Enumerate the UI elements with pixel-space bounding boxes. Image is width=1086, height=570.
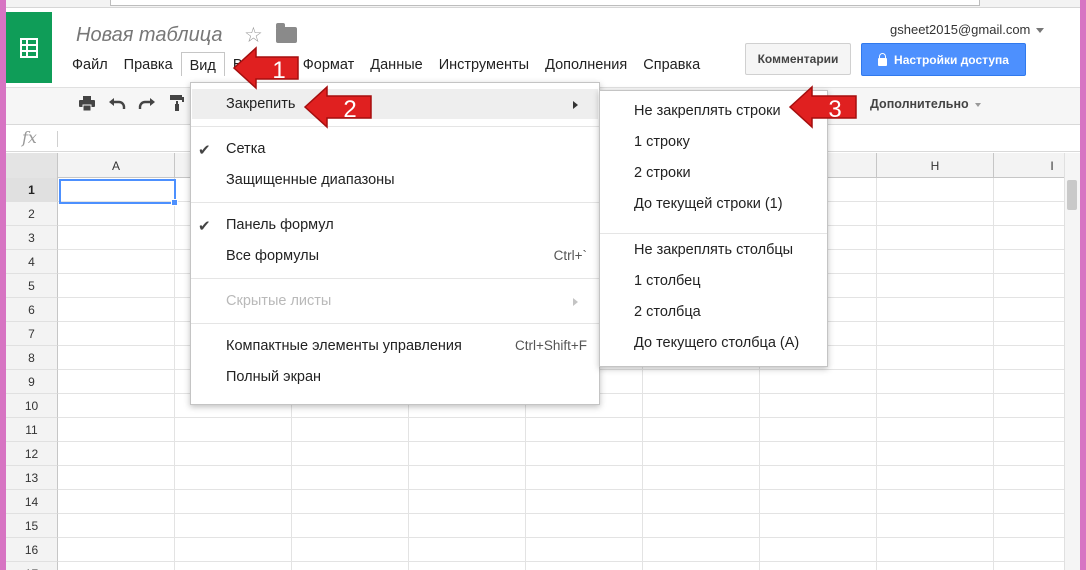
paint-format-icon[interactable]	[167, 93, 187, 113]
row-header-12[interactable]: 12	[6, 442, 58, 466]
view-menu-item-0[interactable]: Закрепить	[191, 96, 599, 114]
account-menu[interactable]: gsheet2015@gmail.com	[890, 22, 1045, 37]
checkmark-icon: ✔	[198, 142, 211, 159]
undo-icon[interactable]	[107, 93, 127, 113]
fx-icon: fx	[22, 128, 37, 147]
shortcut-label: Ctrl+Shift+F	[514, 338, 587, 353]
window-border-right	[1080, 0, 1086, 570]
callout-arrow-3: 3	[788, 85, 857, 129]
submenu-arrow-icon	[573, 101, 578, 109]
view-menu-item-11[interactable]: Полный экран	[191, 369, 599, 387]
row-header-15[interactable]: 15	[6, 514, 58, 538]
freeze-option-7[interactable]: 2 столбца	[600, 304, 827, 320]
row-header-17[interactable]: 17	[6, 562, 58, 570]
view-menu-item-label: Сетка	[226, 141, 266, 157]
lock-icon	[878, 52, 888, 66]
menu-7[interactable]: Дополнения	[537, 54, 635, 76]
callout-arrow-1: 1	[232, 46, 299, 90]
freeze-option-6[interactable]: 1 столбец	[600, 273, 827, 289]
vertical-scrollbar[interactable]	[1064, 153, 1080, 570]
checkmark-icon: ✔	[198, 218, 211, 235]
column-header-i[interactable]: I	[994, 153, 1064, 178]
row-header-13[interactable]: 13	[6, 466, 58, 490]
document-title[interactable]: Новая таблица	[76, 24, 222, 47]
account-email: gsheet2015@gmail.com	[890, 22, 1031, 37]
view-menu-item-2[interactable]: ✔ Сетка	[191, 141, 599, 159]
row-header-6[interactable]: 6	[6, 298, 58, 322]
redo-icon[interactable]	[137, 93, 157, 113]
menu-5[interactable]: Данные	[362, 54, 430, 76]
menu-0[interactable]: Файл	[64, 54, 116, 76]
column-header-a[interactable]: A	[58, 153, 175, 178]
view-menu-item-5[interactable]: ✔ Панель формул	[191, 217, 599, 235]
view-menu-item-label: Закрепить	[226, 96, 296, 112]
row-header-11[interactable]: 11	[6, 418, 58, 442]
select-all-corner[interactable]	[6, 153, 58, 178]
view-menu-item-10[interactable]: Компактные элементы управления Ctrl+Shift…	[191, 338, 599, 356]
view-menu-item-3[interactable]: Защищенные диапазоны	[191, 172, 599, 190]
menu-separator	[191, 126, 599, 127]
more-toolbar-label: Дополнительно	[870, 97, 969, 111]
row-header-5[interactable]: 5	[6, 274, 58, 298]
print-icon[interactable]	[77, 93, 97, 113]
menu-4[interactable]: Формат	[295, 54, 363, 76]
view-menu-dropdown: Закрепить ✔ Сетка Защищенные диапазоны ✔ Пане…	[190, 82, 600, 405]
callout-number-3: 3	[828, 96, 841, 123]
menu-1[interactable]: Правка	[116, 54, 181, 76]
freeze-submenu: Не закреплять строки 1 строку 2 строки До т…	[599, 90, 828, 367]
callout-arrow-2: 2	[303, 85, 372, 129]
comments-button[interactable]: Комментарии	[745, 43, 851, 75]
formula-bar-divider	[57, 131, 58, 147]
share-button-label: Настройки доступа	[894, 52, 1009, 67]
row-header-1[interactable]: 1	[6, 178, 58, 202]
view-menu-item-label: Защищенные диапазоны	[226, 172, 395, 188]
row-header-2[interactable]: 2	[6, 202, 58, 226]
view-menu-item-label: Компактные элементы управления	[226, 338, 462, 354]
view-menu-item-label: Панель формул	[226, 217, 334, 233]
column-header-h[interactable]: H	[877, 153, 994, 178]
menu-8[interactable]: Справка	[635, 54, 708, 76]
freeze-option-3[interactable]: До текущей строки (1)	[600, 196, 827, 212]
view-menu-item-label: Скрытые листы	[226, 293, 332, 309]
view-menu-item-label: Все формулы	[226, 248, 320, 264]
sheets-logo-icon[interactable]	[6, 12, 52, 83]
more-toolbar-button[interactable]: Дополнительно	[870, 97, 981, 111]
row-header-4[interactable]: 4	[6, 250, 58, 274]
menu-2[interactable]: Вид	[180, 52, 225, 76]
menu-separator	[191, 323, 599, 324]
folder-icon[interactable]	[276, 23, 297, 43]
submenu-arrow-icon	[573, 298, 578, 306]
row-header-3[interactable]: 3	[6, 226, 58, 250]
freeze-option-1[interactable]: 1 строку	[600, 134, 827, 150]
fill-handle[interactable]	[171, 199, 178, 206]
freeze-option-8[interactable]: До текущего столбца (A)	[600, 335, 827, 351]
row-header-8[interactable]: 8	[6, 346, 58, 370]
view-menu-item-6[interactable]: Все формулы Ctrl+`	[191, 248, 599, 266]
view-menu-item-8: Скрытые листы	[191, 293, 599, 311]
menu-separator	[191, 278, 599, 279]
menu-separator	[191, 202, 599, 203]
caret-down-icon	[974, 102, 981, 107]
row-header-14[interactable]: 14	[6, 490, 58, 514]
active-cell[interactable]	[59, 179, 176, 204]
caret-down-icon	[1036, 28, 1045, 34]
row-header-10[interactable]: 10	[6, 394, 58, 418]
shortcut-label: Ctrl+`	[553, 248, 587, 263]
menu-6[interactable]: Инструменты	[431, 54, 537, 76]
address-bar	[110, 0, 980, 6]
menu-separator	[600, 233, 827, 234]
view-menu-item-label: Полный экран	[226, 369, 322, 385]
freeze-option-2[interactable]: 2 строки	[600, 165, 827, 181]
row-header-16[interactable]: 16	[6, 538, 58, 562]
share-button[interactable]: Настройки доступа	[861, 43, 1026, 76]
scrollbar-thumb[interactable]	[1067, 180, 1077, 210]
star-icon[interactable]: ☆	[244, 23, 263, 48]
menu-bar: ФайлПравкаВидВставкаФорматДанныеИнструме…	[64, 52, 708, 76]
row-header-7[interactable]: 7	[6, 322, 58, 346]
freeze-option-5[interactable]: Не закреплять столбцы	[600, 242, 827, 258]
row-header-9[interactable]: 9	[6, 370, 58, 394]
callout-number-1: 1	[272, 57, 285, 84]
callout-number-2: 2	[343, 96, 356, 123]
